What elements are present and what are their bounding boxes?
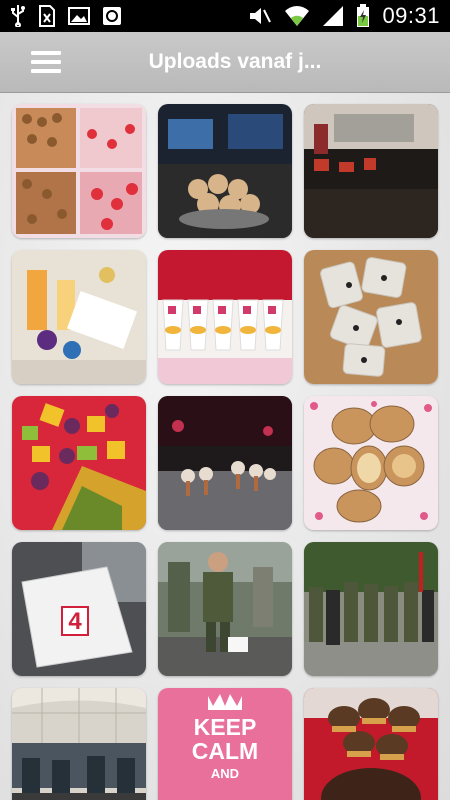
status-bar-left [10,5,122,27]
battery-icon [356,4,370,28]
photo-thumbnail[interactable] [12,396,146,530]
photo-thumbnail[interactable] [12,688,146,800]
keep-calm-line3: AND [210,766,240,781]
page-title: Uploads vanaf j... [148,50,322,73]
status-bar: 09:31 [0,0,450,32]
wifi-icon [284,5,310,27]
usb-icon [10,5,26,27]
keep-calm-line1: KEEP [193,714,257,740]
photo-thumbnail[interactable]: KEEP CALM AND [158,688,292,800]
photo-thumbnail[interactable] [304,104,438,238]
photo-thumbnail[interactable] [158,104,292,238]
photo-thumbnail[interactable] [158,542,292,676]
photo-thumbnail[interactable] [158,250,292,384]
app-notification-icon [102,6,122,26]
photo-thumbnail[interactable] [304,688,438,800]
photo-thumbnail[interactable] [12,104,146,238]
photo-thumbnail[interactable] [304,396,438,530]
app-bar: Uploads vanaf j... [0,32,450,93]
clock: 09:31 [382,3,440,28]
photo-thumbnail[interactable] [304,250,438,384]
photo-thumbnail[interactable] [12,250,146,384]
image-icon [68,6,90,26]
gallery-content[interactable]: 4 KEEP CALM AND [0,93,450,800]
photo-thumbnail[interactable] [304,542,438,676]
mute-icon [248,5,272,27]
photo-thumbnail[interactable] [158,396,292,530]
photo-thumbnail[interactable]: 4 [12,542,146,676]
signal-icon [322,5,344,27]
badge-number: 4 [68,608,82,635]
photo-grid: 4 KEEP CALM AND [12,104,438,800]
sim-icon [38,5,56,27]
status-bar-right: 09:31 [248,3,440,29]
keep-calm-line2: CALM [191,738,259,764]
